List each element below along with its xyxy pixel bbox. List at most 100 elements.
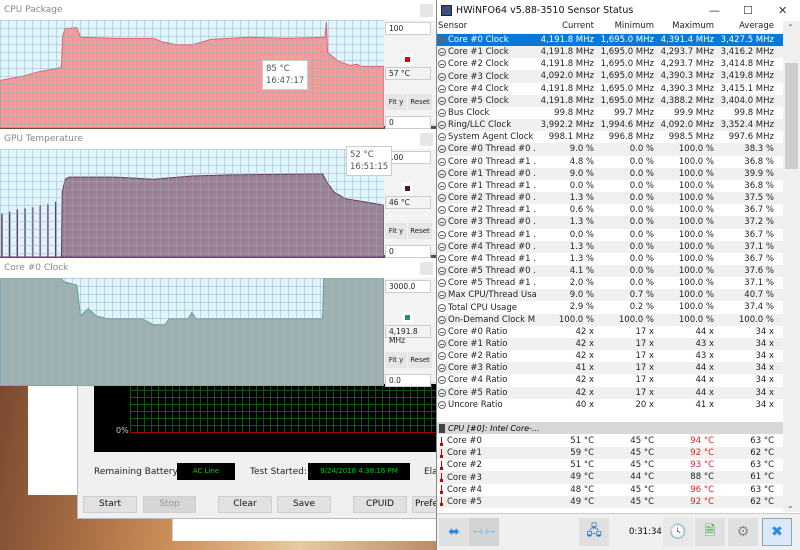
sensor-row[interactable]: Core #5 Thread #1 ... 2.0 % 0.0 % 100.0 % 37…: [437, 277, 783, 289]
sensor-row[interactable]: Core #5 Thread #0 ... 4.1 % 0.0 % 100.0 % 37…: [437, 264, 783, 278]
sensor-name-cell: Core #4 Thread #0 ...: [437, 241, 536, 253]
average-value: 37.1 %: [744, 278, 774, 289]
sensor-row[interactable]: On-Demand Clock M... 100.0 % 100.0 % 100.0 …: [437, 313, 783, 326]
expand-columns-icon[interactable]: ⬌: [439, 518, 469, 546]
sensor-row[interactable]: Core #3 49 °C 44 °C 88 °C 61 °C: [437, 471, 783, 484]
column-minimum[interactable]: Minimum: [596, 21, 656, 33]
minimum-value: 0.0 %: [629, 229, 654, 240]
scroll-down-icon[interactable]: ⌄: [787, 501, 794, 510]
sensor-name-cell: On-Demand Clock M...: [437, 314, 536, 326]
sensor-row[interactable]: Core #4 Ratio 42 x 17 x 44 x 34 x: [437, 374, 783, 386]
cpuid-button[interactable]: CPUID: [353, 496, 407, 513]
collapse-columns-icon[interactable]: →←: [469, 518, 499, 546]
average-value: 39.9 %: [744, 168, 774, 179]
sensor-row[interactable]: Uncore Ratio 40 x 20 x 41 x 34 x: [437, 399, 783, 411]
maximum-value: 4,390.3 MHz: [660, 71, 714, 82]
clear-button[interactable]: Clear: [218, 496, 272, 513]
sensor-row[interactable]: System Agent Clock 998.1 MHz 996.8 MHz 998.…: [437, 131, 783, 143]
start-button[interactable]: Start: [83, 496, 137, 513]
fit-y-button[interactable]: Fit y: [385, 94, 407, 110]
sensor-row[interactable]: Core #1 Clock 4,191.8 MHz 1,695.0 MHz 4,293…: [437, 46, 783, 59]
scrollbar-thumb[interactable]: [785, 63, 798, 169]
sensor-name-cell: Max CPU/Thread Usa: [437, 289, 536, 301]
scroll-up-icon[interactable]: ⌃: [787, 23, 794, 32]
sensor-row[interactable]: Core #4 Clock 4,191.8 MHz 1,695.0 MHz 4,390…: [437, 83, 783, 95]
column-current[interactable]: Current: [536, 21, 596, 33]
maximum-value: 100.0 %: [678, 193, 714, 204]
sensor-row[interactable]: Core #5 49 °C 45 °C 92 °C 62 °C: [437, 495, 783, 508]
sensor-row[interactable]: Core #0 51 °C 45 °C 94 °C 63 °C: [437, 435, 783, 447]
sensor-row[interactable]: Ring/LLC Clock 3,992.2 MHz 1,994.6 MHz 4,09…: [437, 119, 783, 132]
fit-y-button[interactable]: Fit y: [385, 223, 407, 239]
minimum-value: 45 °C: [630, 436, 654, 446]
column-average[interactable]: Average: [716, 21, 776, 33]
network-icon[interactable]: 🖧: [579, 518, 609, 546]
sensor-row[interactable]: Core #5 Clock 4,191.8 MHz 1,695.0 MHz 4,388…: [437, 94, 783, 107]
graph-min-input[interactable]: 0.0: [385, 374, 431, 387]
sensor-row[interactable]: Core #2 Ratio 42 x 17 x 43 x 34 x: [437, 350, 783, 362]
close-button[interactable]: ✕: [778, 4, 787, 17]
maximum-value: 43 x: [695, 351, 714, 362]
current-value: 1.3 %: [569, 253, 594, 264]
settings-gear-icon[interactable]: ⚙: [728, 518, 758, 546]
vertical-scrollbar[interactable]: ⌃ ⌄: [783, 21, 800, 512]
graph-min-input[interactable]: 0: [385, 116, 431, 129]
graph-max-input[interactable]: 3000.0: [385, 280, 431, 293]
sensor-row[interactable]: Core #0 Thread #0 ... 9.0 % 0.0 % 100.0 % 38…: [437, 143, 783, 156]
sensor-row[interactable]: Core #4 Thread #1 ... 1.3 % 0.0 % 100.0 % 36…: [437, 253, 783, 265]
current-value: 51 °C: [570, 460, 594, 471]
sensor-row[interactable]: Core #0 Thread #1 ... 4.8 % 0.0 % 100.0 % 36…: [437, 156, 783, 168]
sensor-row[interactable]: Core #3 Ratio 41 x 17 x 44 x 34 x: [437, 362, 783, 375]
sensor-group-header[interactable]: CPU [#0]: Intel Core-...: [437, 422, 783, 434]
graph-max-input[interactable]: 100: [385, 22, 431, 35]
maximum-value: 44 x: [695, 363, 714, 374]
clock-icon[interactable]: 🕓: [663, 518, 693, 546]
sensor-row[interactable]: Core #5 Ratio 42 x 17 x 44 x 34 x: [437, 386, 783, 399]
sensor-row[interactable]: Core #2 Clock 4,191.8 MHz 1,695.0 MHz 4,293…: [437, 58, 783, 70]
minimize-button[interactable]: —: [709, 4, 720, 17]
stop-button[interactable]: Stop: [143, 496, 196, 513]
minimum-value: 17 x: [635, 351, 654, 362]
sensor-name-cell: Core #5 Thread #1 ...: [437, 277, 536, 289]
sensor-name-cell: Ring/LLC Clock: [437, 119, 536, 131]
sensor-row[interactable]: Total CPU Usage 2.9 % 0.2 % 100.0 % 37.4 %: [437, 301, 783, 313]
sensor-row[interactable]: Core #1 Ratio 42 x 17 x 43 x 34 x: [437, 337, 783, 351]
column-maximum[interactable]: Maximum: [656, 21, 716, 33]
sensor-row[interactable]: Core #2 51 °C 45 °C 93 °C 63 °C: [437, 459, 783, 471]
maximum-value: 100.0 %: [678, 241, 714, 252]
graph-close-button[interactable]: [420, 133, 433, 146]
sensor-name: Core #3 Thread #1 ...: [448, 229, 536, 240]
sensor-row[interactable]: Bus Clock 99.8 MHz 99.7 MHz 99.9 MHz 99.8 MH…: [437, 107, 783, 119]
sensor-row[interactable]: Core #4 48 °C 45 °C 96 °C 63 °C: [437, 484, 783, 496]
close-sensors-icon[interactable]: ✖: [762, 518, 792, 546]
sensor-name: Core #4 Thread #0 ...: [448, 241, 536, 252]
graph-close-button[interactable]: [420, 4, 433, 17]
sensor-row[interactable]: Core #0 Clock 4,191.8 MHz 1,695.0 MHz 4,391…: [437, 34, 783, 47]
sensor-row[interactable]: Core #1 59 °C 45 °C 92 °C 62 °C: [437, 447, 783, 460]
column-sensor[interactable]: Sensor: [437, 21, 536, 33]
sensor-row[interactable]: Core #3 Clock 4,092.0 MHz 1,695.0 MHz 4,390…: [437, 70, 783, 83]
logging-icon[interactable]: 🗎: [695, 518, 725, 546]
sensor-row[interactable]: Core #4 Thread #0 ... 1.3 % 0.0 % 100.0 % 37…: [437, 240, 783, 253]
reset-button[interactable]: Reset: [408, 352, 432, 368]
reset-button[interactable]: Reset: [408, 94, 432, 110]
average-value: 34 x: [755, 375, 774, 386]
sensor-row[interactable]: Core #3 Thread #0 ... 1.3 % 0.0 % 100.0 % 37…: [437, 216, 783, 229]
graph-close-button[interactable]: [420, 262, 433, 275]
maximize-button[interactable]: ☐: [743, 4, 753, 17]
sensor-row[interactable]: Core #2 Thread #1 ... 0.6 % 0.0 % 100.0 % 36…: [437, 204, 783, 216]
average-value: 63 °C: [750, 484, 774, 495]
sensor-name-cell: Core #1 Ratio: [437, 338, 536, 350]
fit-y-button[interactable]: Fit y: [385, 352, 407, 368]
sensor-row[interactable]: Core #0 Ratio 42 x 17 x 44 x 34 x: [437, 326, 783, 338]
current-value: 100.0 %: [558, 314, 594, 325]
save-button[interactable]: Save: [277, 496, 331, 513]
sensor-row[interactable]: Core #2 Thread #0 ... 1.3 % 0.0 % 100.0 % 37…: [437, 192, 783, 205]
graph-min-input[interactable]: 0: [385, 245, 431, 258]
sensor-row[interactable]: Core #1 Thread #0 ... 9.0 % 0.0 % 100.0 % 39…: [437, 167, 783, 180]
reset-button[interactable]: Reset: [408, 223, 432, 239]
sensor-name-cell: Core #0 Ratio: [437, 326, 536, 338]
sensor-row[interactable]: Core #3 Thread #1 ... 0.0 % 0.0 % 100.0 % 36…: [437, 229, 783, 241]
sensor-row[interactable]: Core #1 Thread #1 ... 0.0 % 0.0 % 100.0 % 36…: [437, 180, 783, 192]
sensor-row[interactable]: Max CPU/Thread Usa 9.0 % 0.7 % 100.0 % 40.7 …: [437, 289, 783, 302]
